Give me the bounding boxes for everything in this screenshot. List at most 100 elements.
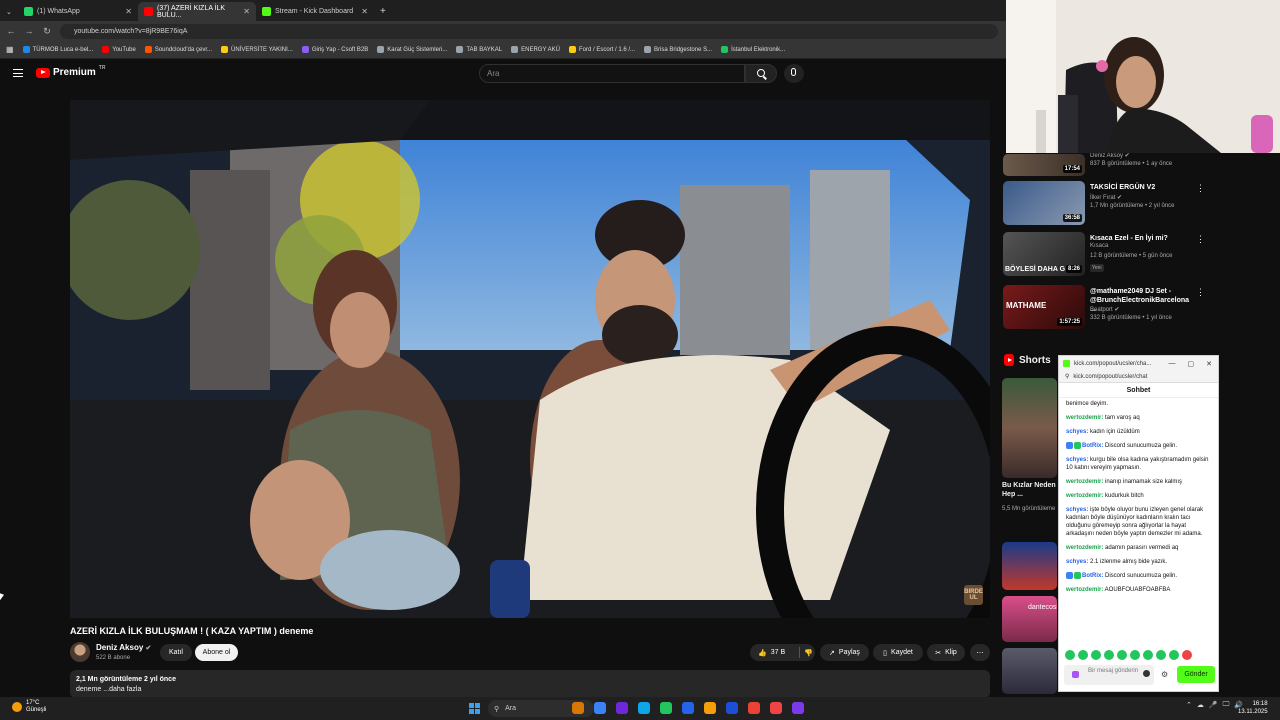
emote-icon[interactable]	[1117, 650, 1127, 660]
system-clock[interactable]: 16:18 13.11.2025	[1238, 700, 1268, 716]
tab-youtube[interactable]: (37) AZERİ KIZLA İLK BULU... ✕	[138, 2, 256, 21]
chat-username[interactable]: BotRix:	[1082, 443, 1103, 449]
channel-avatar[interactable]	[70, 642, 90, 662]
taskbar-app-icon[interactable]	[660, 702, 672, 714]
tab-whatsapp[interactable]: (1) WhatsApp ✕	[18, 2, 138, 21]
emote-icon[interactable]	[1104, 650, 1114, 660]
send-button[interactable]: Gönder	[1177, 666, 1215, 683]
chat-username[interactable]: schyes:	[1066, 429, 1088, 435]
tab-overview-button[interactable]: ⌄	[0, 2, 18, 21]
bookmark-item[interactable]: TÜRMOB Luca e-bel...	[22, 46, 93, 53]
apps-icon[interactable]: ▦	[6, 45, 14, 54]
chat-username[interactable]: wertozdemir:	[1066, 545, 1103, 551]
dislike-icon[interactable]: 👎	[804, 649, 813, 657]
recommended-video[interactable]: BÖYLESİ DAHA G 8:26 Kısaca Ezel - En İyi…	[1003, 232, 1205, 276]
chat-username[interactable]: wertozdemir:	[1066, 493, 1103, 499]
like-icon[interactable]: 👍	[758, 649, 767, 657]
bookmark-item[interactable]: Brisa Bridgestone S...	[644, 46, 712, 53]
chat-username[interactable]: schyes:	[1066, 559, 1088, 565]
emoji-icon[interactable]	[1143, 670, 1150, 677]
search-button[interactable]	[745, 64, 777, 83]
bookmark-item[interactable]: İstanbul Elektronik...	[721, 46, 785, 53]
bookmark-item[interactable]: ENERGY AKÜ	[511, 46, 560, 53]
close-tab-icon[interactable]: ✕	[361, 7, 368, 16]
save-button[interactable]: ▯ Kaydet	[873, 644, 923, 661]
taskbar-app-icon[interactable]	[770, 702, 782, 714]
channel-watermark[interactable]: BIRDE UL	[964, 585, 983, 605]
maximize-icon[interactable]: ▢	[1188, 360, 1195, 368]
taskbar-app-icon[interactable]	[638, 702, 650, 714]
chat-username[interactable]: BotRix:	[1082, 573, 1103, 579]
bookmark-item[interactable]: TAB BAYKAL	[456, 46, 502, 53]
taskbar-app-icon[interactable]	[726, 702, 738, 714]
tray-icon[interactable]: ☁	[1197, 701, 1204, 709]
reload-icon[interactable]: ↻	[42, 26, 52, 37]
emote-icon[interactable]	[1156, 650, 1166, 660]
video-player[interactable]: BIRDE UL	[70, 100, 990, 618]
short-thumbnail[interactable]	[1002, 648, 1057, 694]
emote-picker-icon[interactable]	[1072, 671, 1079, 678]
taskbar-app-icon[interactable]	[616, 702, 628, 714]
chat-username[interactable]: schyes:	[1066, 457, 1088, 463]
search-input[interactable]: Ara	[479, 64, 745, 83]
taskbar-app-icon[interactable]	[748, 702, 760, 714]
chat-message-input[interactable]: Bir mesaj gönderin	[1064, 665, 1154, 685]
taskbar-app-icon[interactable]	[682, 702, 694, 714]
short-thumbnail[interactable]	[1002, 542, 1057, 590]
recommended-video[interactable]: MATHAME 1:57:25 @mathame2049 DJ Set - @B…	[1003, 285, 1205, 329]
close-tab-icon[interactable]: ✕	[243, 7, 250, 16]
chat-settings-icon[interactable]: ⚙	[1161, 670, 1168, 679]
description-box[interactable]: 2,1 Mn görüntüleme 2 yıl önce deneme ...…	[70, 670, 990, 698]
more-options-icon[interactable]: ⋮	[1196, 183, 1205, 194]
bookmark-item[interactable]: Soundcloud'da çevr...	[144, 46, 212, 53]
new-tab-button[interactable]: +	[374, 2, 392, 21]
bookmark-item[interactable]: YouTube	[102, 46, 136, 53]
emote-icon[interactable]	[1078, 650, 1088, 660]
url-input[interactable]: youtube.com/watch?v=8jR9BE76iqA	[60, 23, 998, 39]
emote-icon[interactable]	[1130, 650, 1140, 660]
more-actions-button[interactable]: ⋯	[970, 644, 990, 661]
taskbar-app-icon[interactable]	[572, 702, 584, 714]
taskbar-app-icon[interactable]	[792, 702, 804, 714]
bookmark-item[interactable]: ÜNİVERSİTE YAKINI...	[221, 46, 293, 53]
chat-messages[interactable]: benimce deyim. wertozdemir: tam varoş aq s…	[1059, 398, 1218, 594]
tray-icon[interactable]: ⌃	[1186, 701, 1192, 709]
subscribe-button[interactable]: Abone ol	[195, 644, 238, 661]
chat-username[interactable]: schyes:	[1066, 507, 1088, 513]
more-options-icon[interactable]: ⋮	[1196, 234, 1205, 245]
short-thumbnail[interactable]	[1002, 378, 1057, 478]
chat-username[interactable]: wertozdemir:	[1066, 479, 1103, 485]
youtube-logo[interactable]: Premium TR	[36, 65, 105, 78]
popout-url[interactable]: kick.com/popout/ucsler/chat	[1073, 374, 1147, 380]
emote-icon[interactable]	[1065, 650, 1075, 660]
start-button-icon[interactable]	[469, 703, 480, 714]
bookmark-item[interactable]: Karat Güç Sistemleri...	[377, 46, 447, 53]
close-icon[interactable]: ✕	[1206, 360, 1212, 368]
share-button[interactable]: ↗ Paylaş	[820, 644, 869, 661]
short-thumbnail[interactable]: dantecosi	[1002, 596, 1057, 642]
emote-icon[interactable]	[1091, 650, 1101, 660]
taskbar-app-icon[interactable]	[704, 702, 716, 714]
chat-username[interactable]: wertozdemir:	[1066, 587, 1103, 593]
recommended-video[interactable]: 36:58 TAKSİCİ ERGÜN V2 İlker Fırat ✔ 1,7…	[1003, 181, 1205, 225]
forward-icon[interactable]: →	[24, 26, 34, 36]
site-info-icon[interactable]: ⚲	[1065, 373, 1069, 380]
more-options-icon[interactable]: ⋮	[1196, 287, 1205, 298]
like-dislike-group[interactable]: 👍 37 B 👎	[750, 644, 815, 661]
bookmark-item[interactable]: Giriş Yap - Csoft B2B	[301, 46, 368, 53]
bookmark-item[interactable]: Ford / Escort / 1.6 /...	[569, 46, 635, 53]
voice-search-button[interactable]	[784, 64, 804, 83]
tray-icon[interactable]: 🖵	[1223, 701, 1230, 709]
emote-icon[interactable]	[1169, 650, 1179, 660]
minimize-icon[interactable]: —	[1169, 360, 1176, 368]
close-tab-icon[interactable]: ✕	[125, 7, 132, 16]
emote-icon[interactable]	[1182, 650, 1192, 660]
short-title[interactable]: Bu Kızlar Neden Hep ...	[1002, 481, 1058, 499]
tab-kick-dashboard[interactable]: Stream - Kick Dashboard ✕	[256, 2, 374, 21]
join-button[interactable]: Katıl	[160, 644, 192, 661]
weather-widget[interactable]: 17°C Güneşli	[12, 700, 46, 714]
taskbar-app-icon[interactable]	[594, 702, 606, 714]
tray-icon[interactable]: 🎤	[1209, 701, 1218, 709]
emote-icon[interactable]	[1143, 650, 1153, 660]
hamburger-menu-icon[interactable]	[13, 69, 23, 77]
